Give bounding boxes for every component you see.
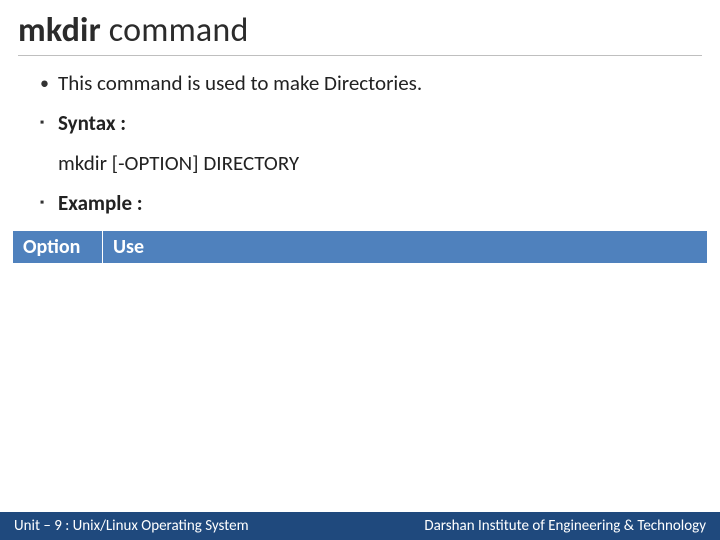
bullet-square-icon: ▪ (40, 110, 58, 136)
bullet-example: ▪ Example : (40, 190, 700, 216)
options-table-wrap: Option Use (0, 230, 720, 264)
footer-right: Darshan Institute of Engineering & Techn… (424, 517, 706, 535)
bullet-syntax: ▪ Syntax : (40, 110, 700, 136)
th-use: Use (103, 231, 708, 264)
syntax-label: Syntax : (58, 110, 126, 136)
table-header-row: Option Use (13, 231, 708, 264)
title-bold: mkdir (18, 10, 101, 51)
desc-text: This command is used to make Directories… (58, 70, 422, 96)
bullet-description: • This command is used to make Directori… (40, 70, 700, 96)
title-light: command (101, 10, 249, 51)
example-label: Example : (58, 190, 143, 216)
title-block: mkdir command (0, 0, 720, 62)
syntax-text: mkdir [-OPTION] DIRECTORY (40, 150, 700, 176)
bullet-disc-icon: • (40, 70, 58, 96)
body: • This command is used to make Directori… (0, 62, 720, 216)
slide: mkdir command • This command is used to … (0, 0, 720, 540)
options-table: Option Use (12, 230, 708, 264)
footer-left: Unit – 9 : Unix/Linux Operating System (14, 517, 249, 535)
th-option: Option (13, 231, 103, 264)
footer: Unit – 9 : Unix/Linux Operating System D… (0, 512, 720, 540)
title-divider (18, 55, 702, 56)
bullet-square-icon: ▪ (40, 190, 58, 216)
page-title: mkdir command (18, 10, 702, 51)
